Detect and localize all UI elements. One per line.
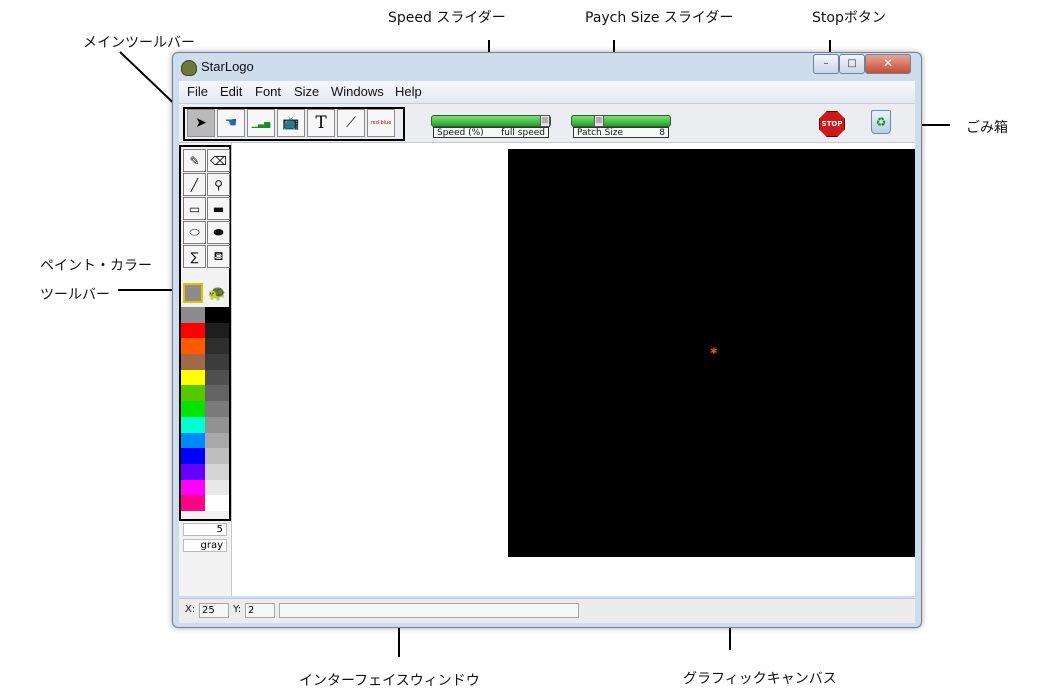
menu-font[interactable]: Font	[255, 84, 281, 99]
callout-paint-toolbar-1: ペイント・カラー	[40, 258, 152, 274]
color-swatch[interactable]	[205, 338, 229, 355]
graph-tool-icon[interactable]: ⟋	[337, 109, 365, 137]
work-area: ✎ ⌫ ╱ ⚲ ▭ ▬ ⬭ ⬬ ∑ ⛾ 🐢 5 gray ✱	[179, 143, 915, 596]
turtle[interactable]: ✱	[710, 348, 718, 357]
menu-bar: File Edit Font Size Windows Help	[179, 81, 915, 104]
menu-windows[interactable]: Windows	[331, 84, 384, 99]
x-coord-field: 25	[199, 603, 229, 618]
button-tool-icon[interactable]: ☚	[217, 109, 245, 137]
window-title: StarLogo	[201, 59, 254, 74]
brush-size-field[interactable]: 5	[183, 523, 227, 536]
ellipse-outline-icon[interactable]: ⬭	[183, 221, 206, 244]
callout-trash: ごみ箱	[966, 120, 1008, 136]
color-swatch[interactable]	[181, 401, 205, 417]
y-coord-label: Y:	[233, 604, 242, 615]
graphics-canvas[interactable]: ✱	[508, 149, 915, 557]
color-swatch[interactable]	[205, 401, 229, 417]
menu-help[interactable]: Help	[395, 84, 422, 99]
menu-size[interactable]: Size	[294, 84, 319, 99]
color-swatch[interactable]	[205, 354, 229, 370]
color-swatch[interactable]	[205, 322, 229, 339]
status-bar: X: 25 Y: 2	[179, 598, 915, 623]
color-name-field: gray	[183, 539, 227, 552]
speed-label-text: Speed (%)	[437, 128, 484, 138]
color-swatch[interactable]	[205, 495, 229, 511]
color-swatch[interactable]	[181, 385, 205, 402]
patch-label-text: Patch Size	[577, 128, 624, 138]
main-toolbar: ➤ ☚ ▁▃▅ 📺 T ⟋ red blue ||| Speed (%) ful…	[179, 104, 915, 143]
text-tool-icon[interactable]: T	[307, 109, 335, 137]
color-swatch[interactable]	[181, 448, 205, 464]
callout-stop-button: Stopボタン	[812, 10, 886, 26]
legend-tool-icon[interactable]: red blue	[367, 109, 395, 137]
sum-icon[interactable]: ∑	[183, 245, 206, 268]
status-message-field	[279, 603, 579, 618]
color-swatch[interactable]	[181, 416, 205, 433]
pencil-icon[interactable]: ✎	[183, 149, 206, 172]
line-icon[interactable]: ╱	[183, 173, 206, 196]
monitor-tool-icon[interactable]: 📺	[277, 109, 305, 137]
color-swatch[interactable]	[205, 307, 229, 323]
callout-graphics-canvas: グラフィックキャンバス	[683, 671, 837, 687]
arrow-pointer-icon[interactable]: ➤	[187, 109, 215, 137]
starlogo-window: StarLogo – □ ✕ File Edit Font Size Windo…	[172, 52, 922, 628]
color-swatch[interactable]	[181, 369, 205, 386]
speed-value-text: full speed	[501, 128, 545, 138]
trash-icon[interactable]: ♻	[871, 110, 891, 134]
paint-color-toolbar: ✎ ⌫ ╱ ⚲ ▭ ▬ ⬭ ⬬ ∑ ⛾ 🐢 5 gray	[179, 143, 232, 596]
rectangle-filled-icon[interactable]: ▬	[207, 197, 230, 220]
patch-size-slider-label: Patch Size 8	[573, 127, 669, 138]
current-color-swatch[interactable]	[183, 283, 203, 303]
color-swatch[interactable]	[181, 322, 205, 339]
menu-edit[interactable]: Edit	[220, 84, 242, 99]
speed-slider-label: Speed (%) full speed	[433, 127, 549, 138]
rectangle-outline-icon[interactable]: ▭	[183, 197, 206, 220]
callout-speed-slider: Speed スライダー	[388, 10, 506, 26]
ellipse-filled-icon[interactable]: ⬬	[207, 221, 230, 244]
color-swatch[interactable]	[181, 338, 205, 355]
color-swatch[interactable]	[181, 463, 205, 480]
color-swatch[interactable]	[181, 432, 205, 449]
color-swatch[interactable]	[205, 479, 229, 496]
slider-tool-icon[interactable]: ▁▃▅	[247, 109, 275, 137]
y-coord-field: 2	[245, 603, 275, 618]
stop-button[interactable]: STOP	[819, 111, 845, 137]
color-swatch[interactable]	[181, 307, 205, 323]
callout-paint-toolbar-2: ツールバー	[40, 287, 110, 303]
x-coord-label: X:	[185, 604, 196, 615]
color-swatch[interactable]	[205, 369, 229, 386]
interface-window[interactable]	[232, 143, 508, 596]
speed-slider-thumb[interactable]: |||	[540, 115, 550, 127]
maximize-button[interactable]: □	[839, 54, 865, 74]
eyedropper-icon[interactable]: ⚲	[207, 173, 230, 196]
color-swatch[interactable]	[205, 448, 229, 464]
color-swatch[interactable]	[205, 385, 229, 402]
patch-value-text: 8	[659, 128, 665, 138]
starlogo-app-icon	[181, 60, 197, 76]
menu-file[interactable]: File	[187, 84, 208, 99]
callout-interface-window: インターフェイスウィンドウ	[299, 673, 480, 689]
patch-size-slider-thumb[interactable]: |||	[594, 115, 604, 127]
title-bar[interactable]: StarLogo – □ ✕	[173, 53, 921, 81]
color-swatch[interactable]	[205, 432, 229, 449]
paint-bucket-icon[interactable]: ⛾	[207, 245, 230, 268]
callout-patch-slider: Paych Size スライダー	[585, 10, 734, 26]
color-swatch[interactable]	[205, 416, 229, 433]
turtle-shape-icon[interactable]: 🐢	[207, 283, 227, 303]
color-swatch[interactable]	[205, 463, 229, 480]
patch-size-slider[interactable]: |||	[571, 115, 671, 127]
color-swatch[interactable]	[181, 495, 205, 511]
minimize-button[interactable]: –	[813, 54, 839, 74]
speed-slider[interactable]: |||	[431, 115, 551, 127]
close-button[interactable]: ✕	[865, 54, 911, 74]
leader-line-paint	[118, 289, 180, 291]
eraser-icon[interactable]: ⌫	[207, 149, 230, 172]
color-swatch[interactable]	[181, 479, 205, 496]
color-swatch[interactable]	[181, 354, 205, 370]
